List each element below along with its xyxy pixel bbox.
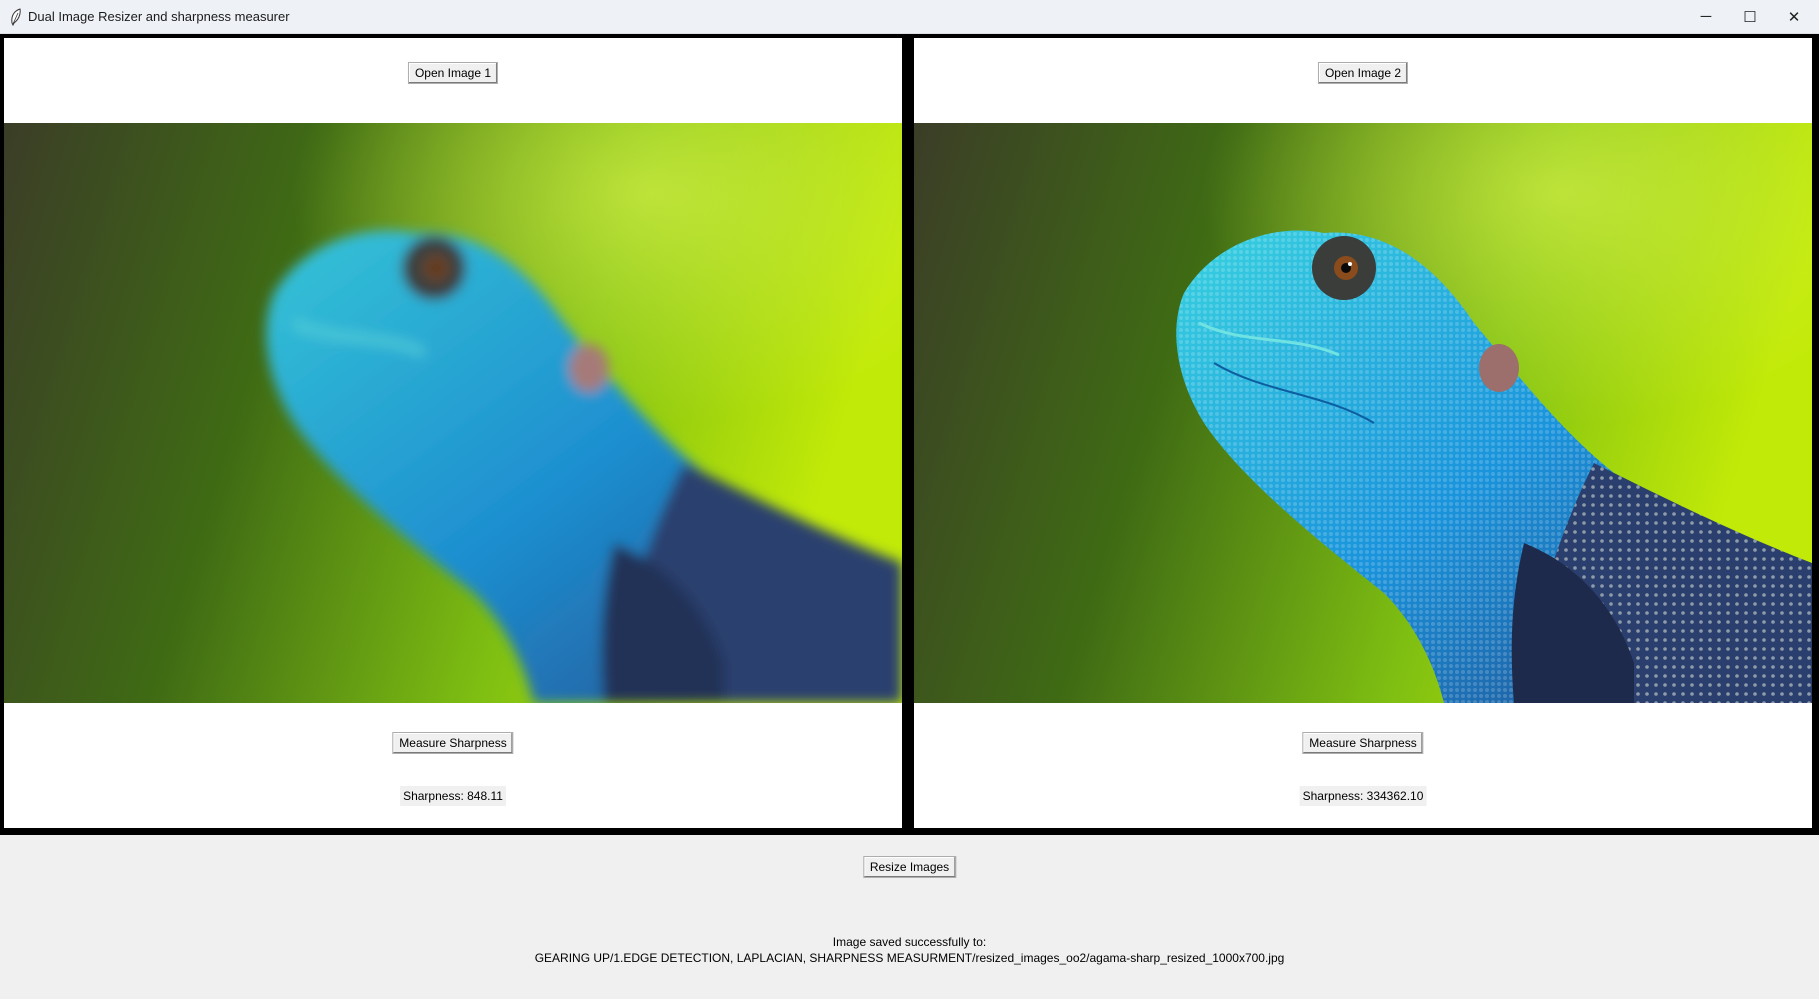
image-panel-1: Open Image 1 Measure Sharpness Sharpness…	[4, 38, 902, 828]
status-line-1: Image saved successfully to:	[832, 935, 987, 949]
window-title: Dual Image Resizer and sharpness measure…	[28, 9, 290, 24]
status-line-2: GEARING UP/1.EDGE DETECTION, LAPLACIAN, …	[534, 951, 1285, 965]
sharpness-value-2: Sharpness: 334362.10	[1299, 786, 1427, 806]
maximize-button[interactable]: ☐	[1727, 0, 1773, 33]
maximize-icon: ☐	[1743, 8, 1757, 26]
image-1-display	[4, 123, 902, 703]
minimize-button[interactable]: ─	[1683, 0, 1729, 33]
resize-images-button[interactable]: Resize Images	[862, 856, 957, 878]
close-button[interactable]: ✕	[1771, 0, 1817, 33]
image-panel-2: Open Image 2 Measure Sharpness Sharpness…	[914, 38, 1812, 828]
measure-sharpness-button-1[interactable]: Measure Sharpness	[392, 732, 514, 754]
feather-icon	[8, 8, 24, 27]
title-bar[interactable]: Dual Image Resizer and sharpness measure…	[0, 0, 1819, 34]
open-image-2-button[interactable]: Open Image 2	[1317, 62, 1409, 84]
close-icon: ✕	[1787, 8, 1801, 26]
measure-sharpness-button-2[interactable]: Measure Sharpness	[1302, 732, 1424, 754]
image-2-display	[914, 123, 1812, 703]
status-message: Image saved successfully to: GEARING UP/…	[0, 934, 1819, 966]
image-panels-area: Open Image 1 Measure Sharpness Sharpness…	[0, 34, 1819, 835]
open-image-1-button[interactable]: Open Image 1	[407, 62, 499, 84]
minimize-icon: ─	[1700, 8, 1712, 25]
sharpness-value-1: Sharpness: 848.11	[400, 786, 506, 806]
